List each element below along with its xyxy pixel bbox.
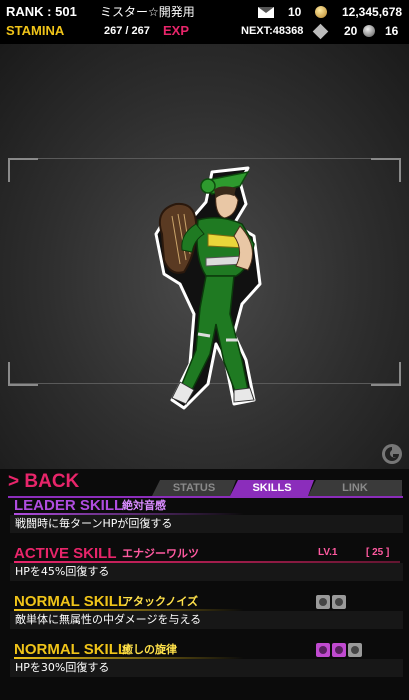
coin-count: 12,345,678 xyxy=(342,5,403,19)
leader-skill: LEADER SKILL 絶対音感 戦闘時に毎ターンHPが回復する xyxy=(10,497,403,533)
skill-description: 戦闘時に毎ターンHPが回復する xyxy=(10,515,403,533)
skills-panel: > BACK STATUS LINK SKILLS LEADER SKILL 絶… xyxy=(0,469,409,700)
frame-line-top xyxy=(8,158,401,159)
pink-note-icon xyxy=(332,643,346,657)
gray-note-icon xyxy=(332,595,346,609)
back-button[interactable]: > BACK xyxy=(8,471,79,493)
skill-header: NORMAL SKILL アタックノイズ xyxy=(10,593,403,611)
gray-note-icon xyxy=(348,643,362,657)
skill-name: 癒しの旋律 xyxy=(122,643,177,656)
header-row-top: RANK : 501 ミスター☆開発用 10 12,345,678 xyxy=(0,2,409,22)
skill-header: NORMAL SKILL 癒しの旋律 xyxy=(10,641,403,659)
gamer-logo-icon xyxy=(382,444,402,464)
stamina-value: 267 / 267 xyxy=(104,25,150,37)
normal-skill-2: NORMAL SKILL 癒しの旋律 HPを30%回復する xyxy=(10,641,403,677)
normal-skill-1: NORMAL SKILL アタックノイズ 敵単体に無属性の中ダメージを与える xyxy=(10,593,403,629)
skill-header: LEADER SKILL 絶対音感 xyxy=(10,497,403,515)
exp-label: EXP xyxy=(163,23,190,38)
frame-corner xyxy=(8,158,38,182)
mail-icon[interactable] xyxy=(258,7,274,18)
active-skill: ACTIVE SKILL エナジーワルツ LV.1 [ 25 ] HPを45%回… xyxy=(10,545,403,581)
next-exp: NEXT:48368 xyxy=(241,25,304,37)
ticket-icon xyxy=(312,23,329,40)
gem-count: 16 xyxy=(385,24,399,38)
skill-description: HPを30%回復する xyxy=(10,659,403,677)
tab-bar: STATUS LINK SKILLS xyxy=(152,480,402,496)
frame-corner xyxy=(8,362,38,386)
ticket-count: 20 xyxy=(344,24,358,38)
skill-header: ACTIVE SKILL エナジーワルツ LV.1 [ 25 ] xyxy=(10,545,403,563)
gem-icon xyxy=(363,25,375,37)
skill-description: HPを45%回復する xyxy=(10,563,403,581)
tab-link[interactable]: LINK xyxy=(308,480,402,496)
frame-corner xyxy=(371,362,401,386)
mail-count: 10 xyxy=(288,5,302,19)
skill-name: 絶対音感 xyxy=(122,499,166,512)
skill-level: LV.1 xyxy=(318,547,338,558)
tab-skills[interactable]: SKILLS xyxy=(230,480,314,496)
harp-player-character xyxy=(154,166,262,410)
character-viewer xyxy=(0,44,409,469)
skill-name: エナジーワルツ xyxy=(122,547,199,560)
status-header: RANK : 501 ミスター☆開発用 10 12,345,678 STAMIN… xyxy=(0,0,409,44)
skill-description: 敵単体に無属性の中ダメージを与える xyxy=(10,611,403,629)
stamina-label: STAMINA xyxy=(6,23,65,38)
gray-note-icon xyxy=(316,595,330,609)
rank-label: RANK : 501 xyxy=(6,4,77,19)
tab-status[interactable]: STATUS xyxy=(152,480,236,496)
coin-icon xyxy=(315,6,327,18)
skill-name: アタックノイズ xyxy=(122,595,199,608)
header-row-bottom: STAMINA 267 / 267 EXP NEXT:48368 20 16 xyxy=(0,21,409,41)
skill-cost: [ 25 ] xyxy=(366,547,390,558)
pink-note-icon xyxy=(316,643,330,657)
player-name: ミスター☆開発用 xyxy=(100,5,195,19)
frame-corner xyxy=(371,158,401,182)
